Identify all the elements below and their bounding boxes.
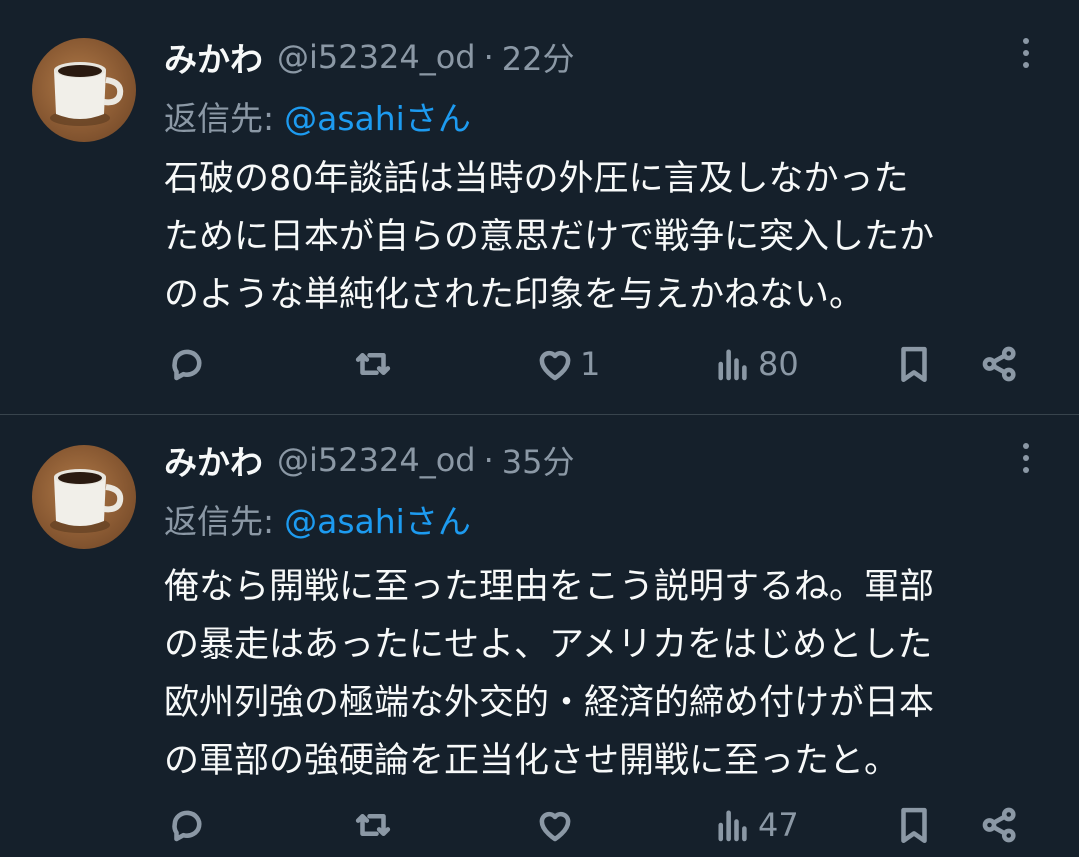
bookmark-icon (901, 807, 927, 844)
action-bar: 1 80 (0, 339, 1079, 389)
like-icon (539, 350, 571, 381)
retweet-icon (355, 813, 391, 837)
tweet-text-line: のような単純化された印象を与えかねない。 (164, 275, 865, 315)
like-icon (539, 811, 571, 842)
separator: · (483, 441, 494, 479)
reply-button[interactable] (166, 339, 212, 389)
action-bar: 47 (0, 800, 1079, 850)
views-button[interactable]: 80 (712, 339, 799, 389)
retweet-button[interactable] (352, 339, 398, 389)
views-icon (718, 349, 747, 381)
share-button[interactable] (979, 800, 1021, 850)
coffee-mug-avatar-icon (50, 62, 124, 126)
user-handle[interactable]: @i52324_od (277, 38, 476, 76)
tweet-text: 俺なら開戦に至った理由をこう説明するね。軍部 の暴走はあったにせよ、アメリカをは… (164, 558, 1054, 790)
share-button[interactable] (979, 339, 1021, 389)
bookmark-button[interactable] (893, 339, 935, 389)
reply-prefix: 返信先: (164, 99, 275, 138)
user-handle[interactable]: @i52324_od (277, 441, 476, 479)
coffee-mug-avatar-icon (50, 469, 124, 533)
display-name[interactable]: みかわ (164, 436, 263, 484)
views-icon (718, 810, 747, 842)
view-count: 80 (758, 345, 799, 383)
tweet-text-line: 俺なら開戦に至った理由をこう説明するね。軍部 (164, 567, 935, 607)
separator: · (483, 38, 494, 76)
tweet-text: 石破の80年談話は当時の外圧に言及しなかった ために日本が自らの意思だけで戦争に… (164, 150, 1054, 324)
tweet-text-line: 石破の80年談話は当時の外圧に言及しなかった (164, 159, 909, 199)
tweet-header: みかわ @i52324_od · 22分 (164, 34, 574, 80)
reply-target-link[interactable]: @asahiさん (284, 92, 471, 140)
like-count: 1 (580, 345, 601, 383)
tweet[interactable]: みかわ @i52324_od · 22分 返信先: @asahiさん 石破の80… (0, 0, 1079, 414)
bookmark-button[interactable] (893, 800, 935, 850)
tweet-header: みかわ @i52324_od · 35分 (164, 437, 574, 483)
tweet[interactable]: みかわ @i52324_od · 35分 返信先: @asahiさん 俺なら開戦… (0, 415, 1079, 857)
tweet-text-line: ために日本が自らの意思だけで戦争に突入したか (164, 217, 935, 257)
timestamp[interactable]: 22分 (502, 34, 575, 80)
retweet-icon (355, 352, 391, 376)
more-icon[interactable] (1014, 443, 1038, 483)
view-count: 47 (758, 806, 799, 844)
more-icon[interactable] (1014, 38, 1038, 78)
like-button[interactable] (534, 800, 580, 850)
reply-context: 返信先: @asahiさん (164, 94, 471, 138)
avatar[interactable] (32, 445, 136, 549)
tweet-text-line: 欧州列強の極端な外交的・経済的締め付けが日本 (164, 683, 935, 723)
views-button[interactable]: 47 (712, 800, 799, 850)
tweet-text-line: の軍部の強硬論を正当化させ開戦に至ったと。 (164, 741, 900, 781)
like-button[interactable]: 1 (534, 339, 600, 389)
bookmark-icon (901, 346, 927, 383)
reply-context: 返信先: @asahiさん (164, 497, 471, 541)
reply-icon (172, 810, 202, 842)
timestamp[interactable]: 35分 (502, 437, 575, 483)
reply-target-link[interactable]: @asahiさん (284, 495, 471, 543)
reply-icon (172, 349, 202, 381)
reply-prefix: 返信先: (164, 502, 275, 541)
reply-button[interactable] (166, 800, 212, 850)
tweet-text-line: の暴走はあったにせよ、アメリカをはじめとした (164, 625, 933, 665)
avatar[interactable] (32, 38, 136, 142)
retweet-button[interactable] (352, 800, 398, 850)
display-name[interactable]: みかわ (164, 33, 263, 81)
share-icon (982, 346, 1016, 382)
share-icon (982, 807, 1016, 843)
